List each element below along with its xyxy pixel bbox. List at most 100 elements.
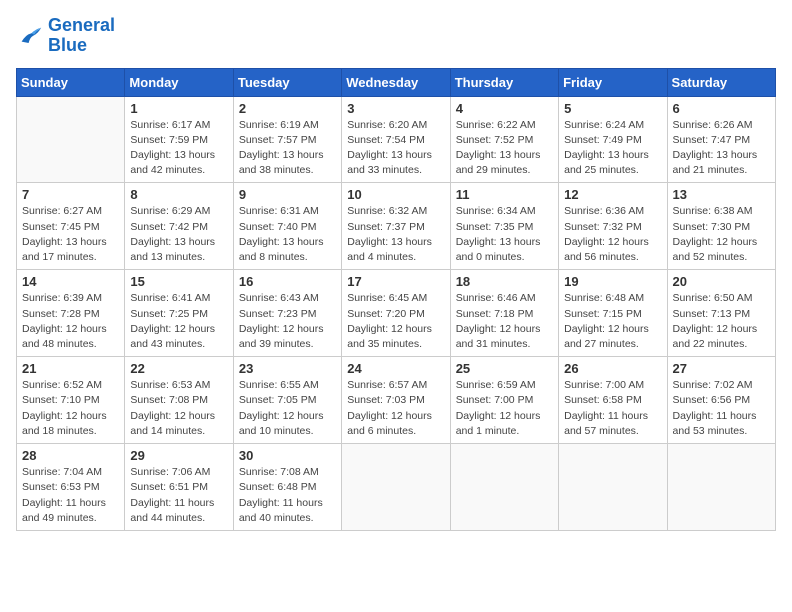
day-cell: 24Sunrise: 6:57 AM Sunset: 7:03 PM Dayli… <box>342 357 450 444</box>
day-number: 29 <box>130 448 227 463</box>
day-info: Sunrise: 6:38 AM Sunset: 7:30 PM Dayligh… <box>673 204 770 265</box>
column-header-wednesday: Wednesday <box>342 68 450 96</box>
day-info: Sunrise: 6:32 AM Sunset: 7:37 PM Dayligh… <box>347 204 444 265</box>
day-cell: 6 Sunrise: 6:26 AM Sunset: 7:47 PM Daylig… <box>667 96 775 183</box>
calendar-table: SundayMondayTuesdayWednesdayThursdayFrid… <box>16 68 776 531</box>
day-cell: 16 Sunrise: 6:43 AM Sunset: 7:23 PM Dayli… <box>233 270 341 357</box>
day-cell: 23 Sunrise: 6:55 AM Sunset: 7:05 PM Dayli… <box>233 357 341 444</box>
day-number: 18 <box>456 274 553 289</box>
day-info: Sunrise: 6:50 AM Sunset: 7:13 PM Dayligh… <box>673 291 770 352</box>
day-info: Sunrise: 7:06 AM Sunset: 6:51 PM Dayligh… <box>130 465 227 526</box>
day-cell: 25 Sunrise: 6:59 AM Sunset: 7:00 PM Dayli… <box>450 357 558 444</box>
page-header: General Blue <box>16 16 776 56</box>
day-cell: 2 Sunrise: 6:19 AM Sunset: 7:57 PM Daylig… <box>233 96 341 183</box>
day-info: Sunrise: 6:31 AM Sunset: 7:40 PM Dayligh… <box>239 204 336 265</box>
day-info: Sunrise: 7:00 AM Sunset: 6:58 PM Dayligh… <box>564 378 661 439</box>
day-info: Sunrise: 6:52 AM Sunset: 7:10 PM Dayligh… <box>22 378 119 439</box>
day-info: Sunrise: 7:04 AM Sunset: 6:53 PM Dayligh… <box>22 465 119 526</box>
column-header-sunday: Sunday <box>17 68 125 96</box>
day-number: 2 <box>239 101 336 116</box>
day-cell <box>450 444 558 531</box>
day-number: 6 <box>673 101 770 116</box>
day-info: Sunrise: 6:59 AM Sunset: 7:00 PM Dayligh… <box>456 378 553 439</box>
day-cell <box>342 444 450 531</box>
week-row-5: 28 Sunrise: 7:04 AM Sunset: 6:53 PM Dayli… <box>17 444 776 531</box>
day-cell: 28 Sunrise: 7:04 AM Sunset: 6:53 PM Dayli… <box>17 444 125 531</box>
day-info: Sunrise: 6:43 AM Sunset: 7:23 PM Dayligh… <box>239 291 336 352</box>
day-cell: 29 Sunrise: 7:06 AM Sunset: 6:51 PM Dayli… <box>125 444 233 531</box>
day-number: 15 <box>130 274 227 289</box>
day-info: Sunrise: 6:45 AM Sunset: 7:20 PM Dayligh… <box>347 291 444 352</box>
day-cell: 1Sunrise: 6:17 AM Sunset: 7:59 PM Daylig… <box>125 96 233 183</box>
day-number: 8 <box>130 187 227 202</box>
day-cell: 8 Sunrise: 6:29 AM Sunset: 7:42 PM Daylig… <box>125 183 233 270</box>
day-cell: 15 Sunrise: 6:41 AM Sunset: 7:25 PM Dayli… <box>125 270 233 357</box>
day-info: Sunrise: 6:55 AM Sunset: 7:05 PM Dayligh… <box>239 378 336 439</box>
day-info: Sunrise: 6:29 AM Sunset: 7:42 PM Dayligh… <box>130 204 227 265</box>
day-info: Sunrise: 6:19 AM Sunset: 7:57 PM Dayligh… <box>239 118 336 179</box>
column-header-monday: Monday <box>125 68 233 96</box>
day-cell: 9 Sunrise: 6:31 AM Sunset: 7:40 PM Daylig… <box>233 183 341 270</box>
day-info: Sunrise: 6:24 AM Sunset: 7:49 PM Dayligh… <box>564 118 661 179</box>
day-info: Sunrise: 6:20 AM Sunset: 7:54 PM Dayligh… <box>347 118 444 179</box>
week-row-3: 14 Sunrise: 6:39 AM Sunset: 7:28 PM Dayli… <box>17 270 776 357</box>
day-cell: 3 Sunrise: 6:20 AM Sunset: 7:54 PM Daylig… <box>342 96 450 183</box>
day-cell: 10 Sunrise: 6:32 AM Sunset: 7:37 PM Dayli… <box>342 183 450 270</box>
day-number: 25 <box>456 361 553 376</box>
day-info: Sunrise: 6:26 AM Sunset: 7:47 PM Dayligh… <box>673 118 770 179</box>
day-number: 27 <box>673 361 770 376</box>
column-header-thursday: Thursday <box>450 68 558 96</box>
day-info: Sunrise: 6:17 AM Sunset: 7:59 PM Dayligh… <box>130 118 227 179</box>
logo-text: General Blue <box>48 16 115 56</box>
day-cell <box>667 444 775 531</box>
day-cell: 13 Sunrise: 6:38 AM Sunset: 7:30 PM Dayli… <box>667 183 775 270</box>
day-number: 30 <box>239 448 336 463</box>
week-row-1: 1Sunrise: 6:17 AM Sunset: 7:59 PM Daylig… <box>17 96 776 183</box>
day-number: 16 <box>239 274 336 289</box>
day-number: 24 <box>347 361 444 376</box>
day-cell: 4 Sunrise: 6:22 AM Sunset: 7:52 PM Daylig… <box>450 96 558 183</box>
day-number: 23 <box>239 361 336 376</box>
day-number: 4 <box>456 101 553 116</box>
day-cell: 5 Sunrise: 6:24 AM Sunset: 7:49 PM Daylig… <box>559 96 667 183</box>
day-info: Sunrise: 6:39 AM Sunset: 7:28 PM Dayligh… <box>22 291 119 352</box>
logo: General Blue <box>16 16 115 56</box>
day-number: 19 <box>564 274 661 289</box>
day-info: Sunrise: 7:02 AM Sunset: 6:56 PM Dayligh… <box>673 378 770 439</box>
day-number: 3 <box>347 101 444 116</box>
day-info: Sunrise: 6:22 AM Sunset: 7:52 PM Dayligh… <box>456 118 553 179</box>
day-info: Sunrise: 6:46 AM Sunset: 7:18 PM Dayligh… <box>456 291 553 352</box>
day-cell: 30Sunrise: 7:08 AM Sunset: 6:48 PM Dayli… <box>233 444 341 531</box>
day-cell: 14 Sunrise: 6:39 AM Sunset: 7:28 PM Dayli… <box>17 270 125 357</box>
day-cell: 22 Sunrise: 6:53 AM Sunset: 7:08 PM Dayli… <box>125 357 233 444</box>
day-info: Sunrise: 6:27 AM Sunset: 7:45 PM Dayligh… <box>22 204 119 265</box>
day-number: 10 <box>347 187 444 202</box>
day-info: Sunrise: 6:34 AM Sunset: 7:35 PM Dayligh… <box>456 204 553 265</box>
day-cell: 21 Sunrise: 6:52 AM Sunset: 7:10 PM Dayli… <box>17 357 125 444</box>
day-number: 20 <box>673 274 770 289</box>
day-info: Sunrise: 6:53 AM Sunset: 7:08 PM Dayligh… <box>130 378 227 439</box>
day-cell: 19 Sunrise: 6:48 AM Sunset: 7:15 PM Dayli… <box>559 270 667 357</box>
day-cell <box>17 96 125 183</box>
day-number: 28 <box>22 448 119 463</box>
logo-icon <box>16 22 44 50</box>
day-number: 14 <box>22 274 119 289</box>
day-number: 12 <box>564 187 661 202</box>
day-number: 9 <box>239 187 336 202</box>
calendar-header-row: SundayMondayTuesdayWednesdayThursdayFrid… <box>17 68 776 96</box>
day-cell: 7 Sunrise: 6:27 AM Sunset: 7:45 PM Daylig… <box>17 183 125 270</box>
day-number: 22 <box>130 361 227 376</box>
day-number: 7 <box>22 187 119 202</box>
day-cell <box>559 444 667 531</box>
day-number: 21 <box>22 361 119 376</box>
day-info: Sunrise: 6:48 AM Sunset: 7:15 PM Dayligh… <box>564 291 661 352</box>
day-number: 11 <box>456 187 553 202</box>
day-cell: 17Sunrise: 6:45 AM Sunset: 7:20 PM Dayli… <box>342 270 450 357</box>
day-info: Sunrise: 6:41 AM Sunset: 7:25 PM Dayligh… <box>130 291 227 352</box>
day-number: 5 <box>564 101 661 116</box>
day-cell: 11 Sunrise: 6:34 AM Sunset: 7:35 PM Dayli… <box>450 183 558 270</box>
day-info: Sunrise: 6:36 AM Sunset: 7:32 PM Dayligh… <box>564 204 661 265</box>
day-number: 13 <box>673 187 770 202</box>
day-cell: 27 Sunrise: 7:02 AM Sunset: 6:56 PM Dayli… <box>667 357 775 444</box>
week-row-2: 7 Sunrise: 6:27 AM Sunset: 7:45 PM Daylig… <box>17 183 776 270</box>
